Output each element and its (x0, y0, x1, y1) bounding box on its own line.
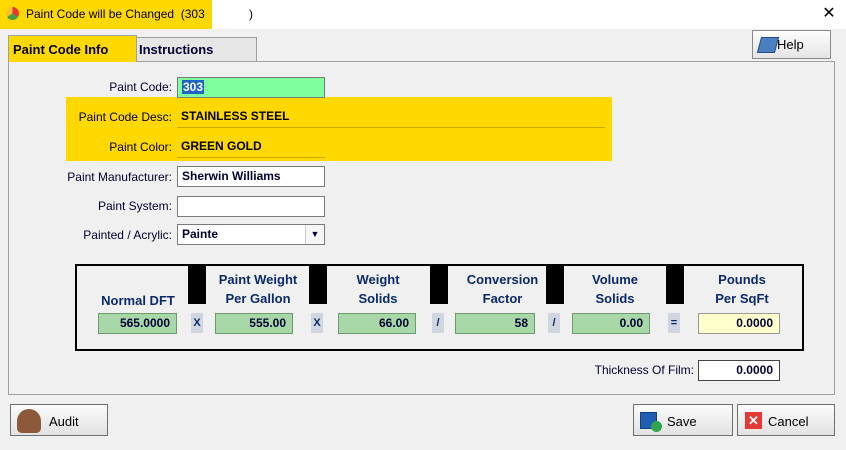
audit-label: Audit (49, 414, 79, 429)
app-icon (6, 7, 19, 20)
normal-dft-value[interactable]: 565.0000 (98, 313, 177, 334)
paint-system-field[interactable] (177, 196, 325, 217)
header-line2: Solids (358, 291, 398, 306)
close-icon[interactable]: ✕ (818, 3, 840, 25)
header-line2: Per SqFt (715, 291, 769, 306)
thickness-field[interactable]: 0.0000 (698, 360, 780, 381)
help-button[interactable]: Help (752, 30, 831, 59)
cancel-label: Cancel (768, 414, 809, 429)
separator-bar (188, 266, 206, 304)
header-line1: Conversion (466, 272, 539, 287)
paint-code-value: 303 (182, 80, 205, 94)
painted-acrylic-label: Painted / Acrylic: (83, 228, 172, 242)
chevron-down-icon[interactable]: ▼ (305, 225, 324, 244)
book-icon (756, 37, 780, 53)
tab-paint-code-info[interactable]: Paint Code Info (8, 35, 137, 62)
detective-icon (17, 409, 41, 433)
paint-system-label: Paint System: (97, 199, 172, 213)
close-icon: ✕ (745, 412, 762, 429)
audit-button[interactable]: Audit (10, 404, 108, 436)
pounds-per-sqft-header: Pounds Per SqFt (697, 270, 787, 308)
painted-acrylic-select[interactable]: Painte ▼ (177, 224, 325, 245)
paint-code-field[interactable]: 303 (177, 77, 325, 98)
conversion-factor-header: Conversion Factor (455, 270, 550, 308)
header-line2: Solids (595, 291, 635, 306)
save-button[interactable]: Save (633, 404, 733, 436)
painted-acrylic-value: Painte (182, 227, 219, 241)
separator-bar (309, 266, 327, 304)
volume-solids-value[interactable]: 0.00 (572, 313, 650, 334)
paint-weight-value[interactable]: 555.00 (215, 313, 293, 334)
save-label: Save (667, 414, 697, 429)
separator-bar (430, 266, 448, 304)
multiply-operator: X (311, 313, 323, 333)
volume-solids-header: Volume Solids (570, 270, 660, 308)
divide-operator: / (432, 313, 444, 333)
multiply-operator: X (191, 313, 203, 333)
header-line2: Factor (482, 291, 523, 306)
cancel-button[interactable]: ✕ Cancel (737, 404, 835, 436)
pounds-per-sqft-value[interactable]: 0.0000 (698, 313, 780, 334)
normal-dft-header: Normal DFT (93, 272, 183, 310)
weight-solids-value[interactable]: 66.00 (338, 313, 416, 334)
equals-operator: = (668, 313, 680, 333)
window-title: Paint Code will be Changed (303 (26, 7, 205, 21)
paint-code-desc-field[interactable]: STAINLESS STEEL (177, 107, 605, 128)
check-icon (651, 421, 662, 432)
help-label: Help (777, 37, 804, 52)
thickness-label: Thickness Of Film: (594, 363, 694, 377)
paint-color-field[interactable]: GREEN GOLD (177, 137, 325, 158)
header-line1: Pounds (718, 272, 766, 287)
header-line1: Weight (356, 272, 400, 287)
paint-code-desc-label: Paint Code Desc: (78, 110, 172, 124)
conversion-factor-value[interactable]: 58 (455, 313, 535, 334)
weight-solids-header: Weight Solids (333, 270, 423, 308)
separator-bar (666, 266, 684, 304)
paint-color-label: Paint Color: (109, 140, 172, 154)
paint-weight-header: Paint Weight Per Gallon (213, 270, 303, 308)
header-line1 (93, 272, 183, 291)
header-line2: Per Gallon (225, 291, 291, 306)
window-title-suffix: ) (249, 7, 253, 21)
header-line1: Volume (592, 272, 638, 287)
tab-instructions[interactable]: Instructions (134, 37, 257, 61)
header-line1: Paint Weight (218, 272, 298, 287)
paint-manufacturer-label: Paint Manufacturer: (67, 170, 172, 184)
paint-code-label: Paint Code: (109, 80, 172, 94)
header-line2: Normal DFT (101, 293, 175, 308)
paint-manufacturer-field[interactable]: Sherwin Williams (177, 166, 325, 187)
divide-operator: / (548, 313, 560, 333)
